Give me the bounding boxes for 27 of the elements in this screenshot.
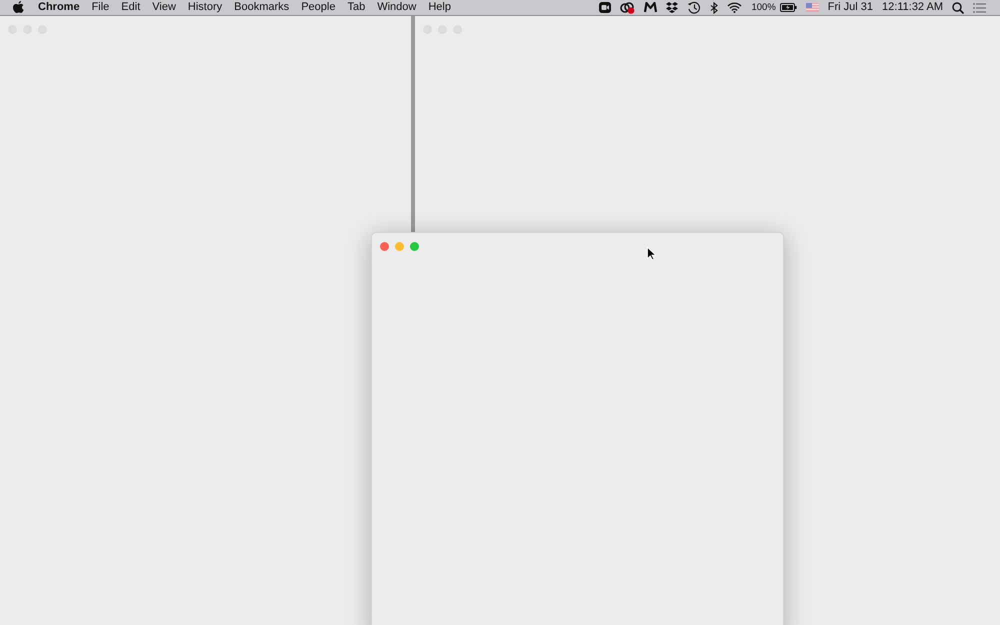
m-letter-icon[interactable] <box>644 2 658 13</box>
menu-item[interactable]: Window <box>377 1 416 14</box>
menu-item[interactable]: Bookmarks <box>234 1 290 14</box>
wifi-icon[interactable] <box>727 2 742 13</box>
bluetooth-icon[interactable] <box>710 2 718 14</box>
cloud-icon[interactable] <box>620 2 636 14</box>
box-stack-icon[interactable] <box>666 2 678 13</box>
clock-history-icon[interactable] <box>687 1 702 14</box>
flag-icon <box>806 3 819 12</box>
search-icon[interactable] <box>952 2 964 14</box>
menu-item[interactable]: Edit <box>121 1 140 14</box>
menu-bar-date: Fri Jul 31 <box>828 1 874 14</box>
menu-item[interactable]: View <box>152 1 176 14</box>
menu-item[interactable]: Tab <box>347 1 366 14</box>
list-icon[interactable] <box>973 2 986 12</box>
app-menu[interactable]: Chrome <box>38 1 80 14</box>
video-camera-icon[interactable] <box>599 2 612 13</box>
menu-item[interactable]: History <box>188 1 222 14</box>
battery-percentage: 100% <box>751 1 776 14</box>
menu-item[interactable]: Help <box>428 1 451 14</box>
battery-icon[interactable] <box>780 3 797 12</box>
menu-item[interactable]: People <box>301 1 336 14</box>
close-button[interactable] <box>380 242 389 251</box>
menu-item[interactable]: File <box>92 1 110 14</box>
apple-logo-icon[interactable] <box>13 1 24 14</box>
menu-bar-clock: 12:11:32 AM <box>882 1 943 14</box>
mouse-pointer-icon <box>647 247 656 260</box>
